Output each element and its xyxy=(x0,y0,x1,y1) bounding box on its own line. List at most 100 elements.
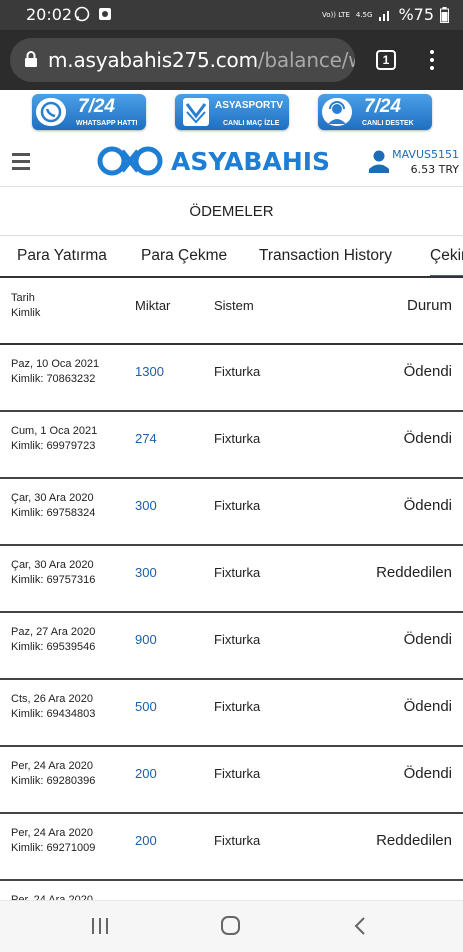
tab-bar: Para Yatırma Para Çekme Transaction Hist… xyxy=(0,236,463,278)
more-options-icon[interactable] xyxy=(424,48,440,72)
signal-icon xyxy=(379,10,390,21)
url-host: m.asyabahis275.com xyxy=(48,48,258,72)
promo-small-text: WHATSAPP HATTI xyxy=(76,120,138,127)
row-amount: 300 xyxy=(135,498,157,513)
row-date: Paz, 27 Ara 2020 xyxy=(11,626,96,638)
whatsapp-promo-button[interactable]: 7/24 WHATSAPP HATTI xyxy=(32,94,146,130)
promo-big-text: 7/24 xyxy=(78,96,115,117)
row-amount: 300 xyxy=(135,565,157,580)
promo-big-text: 7/24 xyxy=(364,96,401,117)
username[interactable]: MAVUS5151 xyxy=(392,148,459,161)
whatsapp-icon xyxy=(74,6,90,22)
row-status: Reddedilen xyxy=(376,832,452,849)
brand-logo[interactable]: ASYABAHIS xyxy=(96,145,330,177)
battery-icon xyxy=(440,6,449,23)
row-status: Ödendi xyxy=(403,497,452,514)
row-system: Fixturka xyxy=(214,766,261,781)
tab-withdraw[interactable]: Para Çekme xyxy=(141,247,227,265)
row-status: Reddedilen xyxy=(376,564,452,581)
url-text: m.asyabahis275.com/balance/wit xyxy=(48,48,355,72)
tv-icon xyxy=(183,98,209,126)
row-date: Per, 24 Ara 2020 xyxy=(11,760,93,772)
row-system: Fixturka xyxy=(214,833,261,848)
clock: 20:02 xyxy=(26,5,73,24)
header-system: Sistem xyxy=(214,298,254,313)
back-icon[interactable] xyxy=(352,915,368,937)
promo-big-text: ASYASPORTV xyxy=(215,100,283,111)
row-amount: 900 xyxy=(135,632,157,647)
asyasportv-promo-button[interactable]: ASYASPORTV CANLI MAÇ İZLE xyxy=(175,94,289,130)
table-row[interactable]: Per, 24 Ara 2020 Kimlik: 69271009 200 Fi… xyxy=(0,814,463,881)
system-nav-bar xyxy=(0,900,463,952)
url-path: /balance/wit xyxy=(257,48,355,72)
row-amount: 200 xyxy=(135,766,157,781)
row-amount: 1300 xyxy=(135,364,164,379)
header-status: Durum xyxy=(406,297,452,314)
battery-level: %75 xyxy=(398,5,434,24)
table-row[interactable]: Paz, 27 Ara 2020 Kimlik: 69539546 900 Fi… xyxy=(0,613,463,680)
row-status: Ödendi xyxy=(403,698,452,715)
tab-deposit[interactable]: Para Yatırma xyxy=(17,247,107,265)
row-date: Çar, 30 Ara 2020 xyxy=(11,559,94,571)
support-agent-icon xyxy=(322,98,352,126)
row-status: Ödendi xyxy=(403,631,452,648)
row-status: Ödendi xyxy=(403,430,452,447)
row-id: Kimlik: 69539546 xyxy=(11,641,96,653)
table-row[interactable]: Paz, 10 Oca 2021 Kimlik: 70863232 1300 F… xyxy=(0,345,463,412)
table-row[interactable]: Çar, 30 Ara 2020 Kimlik: 69757316 300 Fi… xyxy=(0,546,463,613)
table-row[interactable]: Cts, 26 Ara 2020 Kimlik: 69434803 500 Fi… xyxy=(0,680,463,747)
signal-label: 4.5G xyxy=(355,10,373,19)
table-row[interactable]: Cum, 1 Oca 2021 Kimlik: 69979723 274 Fix… xyxy=(0,412,463,479)
notification-icon xyxy=(99,8,111,20)
promo-small-text: CANLI DESTEK xyxy=(362,120,414,127)
logo-mark-icon xyxy=(97,146,163,176)
user-icon[interactable] xyxy=(369,149,389,173)
row-system: Fixturka xyxy=(214,431,261,446)
row-date: Paz, 10 Oca 2021 xyxy=(11,358,100,370)
row-status: Ödendi xyxy=(403,363,452,380)
row-id: Kimlik: 69271009 xyxy=(11,842,96,854)
row-system: Fixturka xyxy=(214,498,261,513)
row-id: Kimlik: 69758324 xyxy=(11,507,96,519)
table-header: Tarih Kimlik Miktar Sistem Durum xyxy=(0,280,463,345)
menu-icon[interactable] xyxy=(12,153,30,170)
brand-name: ASYABAHIS xyxy=(171,147,331,176)
row-id: Kimlik: 70863232 xyxy=(11,373,96,385)
address-bar[interactable]: m.asyabahis275.com/balance/wit xyxy=(10,38,355,82)
row-system: Fixturka xyxy=(214,632,261,647)
page-title: ÖDEMELER xyxy=(0,188,463,236)
row-status: Ödendi xyxy=(403,765,452,782)
row-system: Fixturka xyxy=(214,364,261,379)
tabs-button[interactable]: 1 xyxy=(376,50,396,70)
row-date: Çar, 30 Ara 2020 xyxy=(11,492,94,504)
live-support-promo-button[interactable]: 7/24 CANLI DESTEK xyxy=(318,94,432,130)
header-date: Tarih xyxy=(11,292,35,304)
row-id: Kimlik: 69280396 xyxy=(11,775,96,787)
row-date: Per, 24 Ara 2020 xyxy=(11,827,93,839)
row-date: Cts, 26 Ara 2020 xyxy=(11,693,93,705)
site-header: ASYABAHIS MAVUS5151 6.53 TRY xyxy=(0,135,463,187)
recent-apps-icon[interactable] xyxy=(90,915,110,937)
promo-banner-row: 7/24 WHATSAPP HATTI ASYASPORTV CANLI MAÇ… xyxy=(0,90,463,135)
tab-withdrawals[interactable]: Çekim xyxy=(430,247,463,276)
row-system: Fixturka xyxy=(214,565,261,580)
browser-toolbar: m.asyabahis275.com/balance/wit 1 xyxy=(0,30,463,90)
balance: 6.53 TRY xyxy=(410,163,459,176)
row-date: Cum, 1 Oca 2021 xyxy=(11,425,98,437)
promo-small-text: CANLI MAÇ İZLE xyxy=(223,120,280,127)
table-row[interactable]: Per, 24 Ara 2020 Kimlik: 69280396 200 Fi… xyxy=(0,747,463,814)
lock-icon xyxy=(25,51,37,67)
row-id: Kimlik: 69979723 xyxy=(11,440,96,452)
tab-transaction-history[interactable]: Transaction History xyxy=(259,247,392,265)
row-amount: 274 xyxy=(135,431,157,446)
row-id: Kimlik: 69434803 xyxy=(11,708,96,720)
row-system: Fixturka xyxy=(214,699,261,714)
row-amount: 200 xyxy=(135,833,157,848)
home-icon[interactable] xyxy=(220,915,242,937)
row-amount: 500 xyxy=(135,699,157,714)
header-amount: Miktar xyxy=(135,298,171,313)
network-label: Vo)) LTE xyxy=(322,10,350,19)
status-bar: 20:02 Vo)) LTE 4.5G %75 xyxy=(0,0,463,30)
row-id: Kimlik: 69757316 xyxy=(11,574,96,586)
table-row[interactable]: Çar, 30 Ara 2020 Kimlik: 69758324 300 Fi… xyxy=(0,479,463,546)
